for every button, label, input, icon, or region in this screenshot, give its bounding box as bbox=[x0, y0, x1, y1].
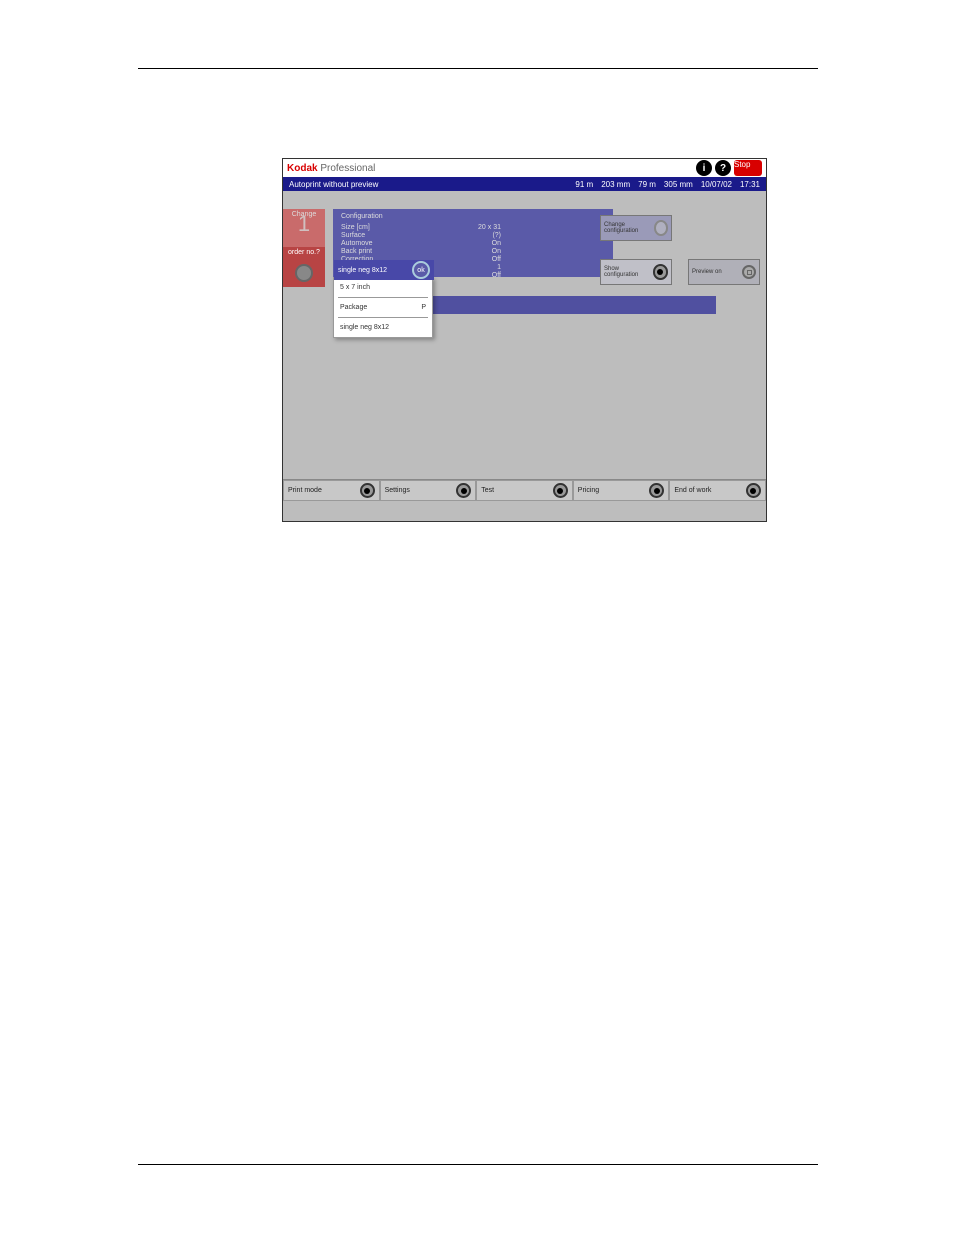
config-row: Automove bbox=[341, 240, 421, 248]
config-value: 20 x 31 bbox=[461, 224, 501, 232]
brand-logo: Kodak Professional bbox=[287, 163, 375, 174]
preview-button[interactable]: Preview on bbox=[688, 259, 760, 285]
paper1-length: 91 m bbox=[575, 180, 593, 189]
config-value: Off bbox=[461, 272, 501, 280]
brand-main: Kodak bbox=[287, 163, 318, 174]
brand-sub: Professional bbox=[320, 163, 375, 174]
date-label: 10/07/02 bbox=[701, 180, 732, 189]
config-value: On bbox=[461, 248, 501, 256]
paper2-length: 79 m bbox=[638, 180, 656, 189]
show-config-button[interactable]: Show configuration bbox=[600, 259, 672, 285]
left-sidebar: Change 1 order no.? bbox=[283, 209, 325, 287]
paper2-size: 305 mm bbox=[664, 180, 693, 189]
dropdown-item[interactable]: Package P bbox=[334, 298, 432, 317]
config-value: Off bbox=[461, 256, 501, 264]
config-row: Size [cm] bbox=[341, 224, 421, 232]
help-icon[interactable]: ? bbox=[715, 160, 731, 176]
config-value: On bbox=[461, 240, 501, 248]
knob-icon bbox=[456, 483, 471, 498]
config-stripe bbox=[433, 296, 716, 314]
format-dropdown[interactable]: single neg 8x12 ok 5 x 7 inch Package P … bbox=[333, 277, 433, 338]
info-icon[interactable]: i bbox=[696, 160, 712, 176]
order-label: order no.? bbox=[283, 247, 325, 259]
knob-icon bbox=[654, 220, 668, 236]
settings-button[interactable]: Settings bbox=[380, 480, 477, 501]
config-value: (?) bbox=[461, 232, 501, 240]
kodak-screenshot: Kodak Professional i ? Stop Autoprint wi… bbox=[282, 158, 767, 522]
knob-icon bbox=[746, 483, 761, 498]
dropdown-item[interactable]: 5 x 7 inch bbox=[334, 278, 432, 297]
change-config-button[interactable]: Change configuration bbox=[600, 215, 672, 241]
print-mode-button[interactable]: Print mode bbox=[283, 480, 380, 501]
knob-icon bbox=[649, 483, 664, 498]
order-number: 1 bbox=[283, 218, 325, 230]
footer-bar: Print mode Settings Test Pricing End of … bbox=[283, 479, 766, 501]
change-button[interactable]: Change 1 bbox=[283, 209, 325, 247]
pricing-button[interactable]: Pricing bbox=[573, 480, 670, 501]
dropdown-item[interactable]: single neg 8x12 bbox=[334, 318, 432, 337]
square-icon bbox=[742, 265, 756, 279]
config-row: Back print bbox=[341, 248, 421, 256]
status-bar: Autoprint without preview 91 m 203 mm 79… bbox=[283, 177, 766, 191]
config-row: Surface bbox=[341, 232, 421, 240]
main-area: Change 1 order no.? Configuration Size [… bbox=[283, 191, 766, 501]
knob-icon bbox=[553, 483, 568, 498]
order-indicator[interactable] bbox=[283, 259, 325, 287]
knob-icon bbox=[653, 264, 668, 280]
end-of-work-button[interactable]: End of work bbox=[669, 480, 766, 501]
ok-button[interactable]: ok bbox=[412, 261, 430, 279]
paper1-size: 203 mm bbox=[601, 180, 630, 189]
header-bar: Kodak Professional i ? Stop bbox=[283, 159, 766, 177]
knob-icon bbox=[360, 483, 375, 498]
mode-label: Autoprint without preview bbox=[289, 180, 378, 189]
dropdown-selected[interactable]: single neg 8x12 ok bbox=[334, 260, 434, 280]
config-value: 1 bbox=[461, 264, 501, 272]
stop-button[interactable]: Stop bbox=[734, 160, 762, 176]
test-button[interactable]: Test bbox=[476, 480, 573, 501]
time-label: 17:31 bbox=[740, 180, 760, 189]
config-title: Configuration bbox=[341, 213, 605, 220]
